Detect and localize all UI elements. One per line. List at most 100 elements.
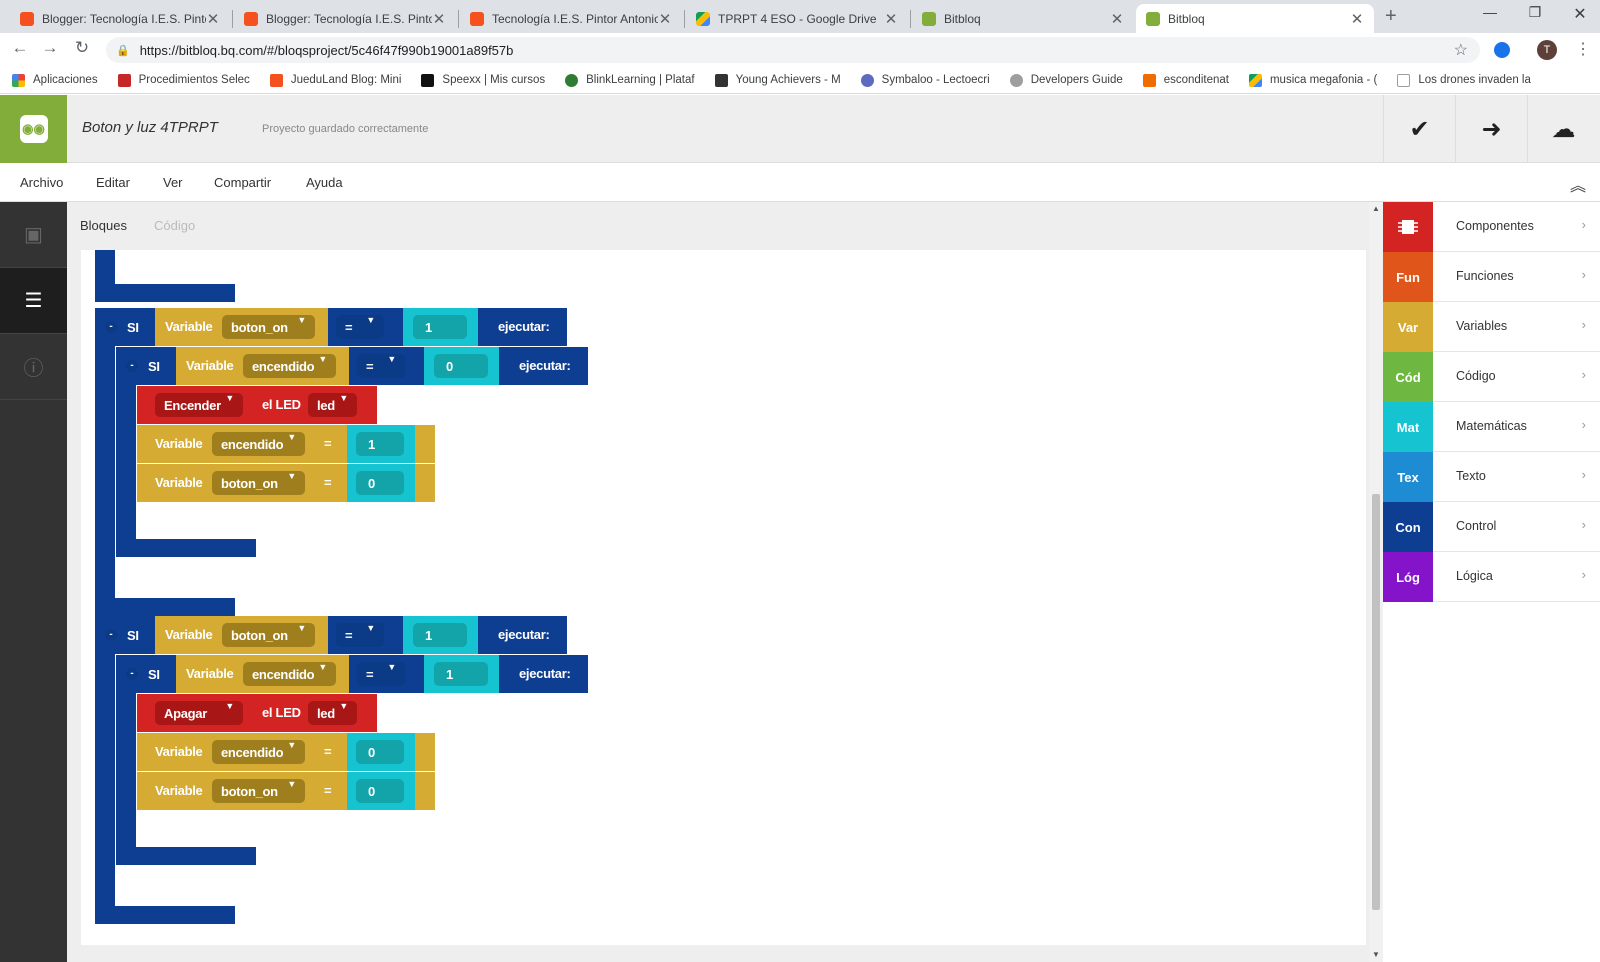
led-action-dropdown[interactable]: Apagar ▼ xyxy=(155,701,243,725)
variable-label: Variable xyxy=(155,744,203,759)
bookmark-favicon-icon xyxy=(117,73,131,87)
browser-tab[interactable]: Bitbloq ✕ xyxy=(912,4,1134,33)
category-componentes[interactable]: Componentes › xyxy=(1383,202,1600,252)
close-tab-icon[interactable]: ✕ xyxy=(206,10,220,28)
variable-dropdown[interactable]: boton_on ▼ xyxy=(212,471,305,495)
number-input[interactable]: 1 xyxy=(413,623,467,647)
category-codigo[interactable]: Cód Código › xyxy=(1383,352,1600,402)
close-tab-icon[interactable]: ✕ xyxy=(1110,10,1124,28)
number-input[interactable]: 0 xyxy=(434,354,488,378)
bookmark-item[interactable]: esconditenat xyxy=(1142,73,1229,87)
bookmark-item[interactable]: Los drones invaden la xyxy=(1397,73,1531,87)
operator-dropdown[interactable]: = ▼ xyxy=(336,623,384,647)
bookmark-item[interactable]: Symbaloo - Lectoecri xyxy=(860,73,990,87)
address-bar[interactable]: 🔒 https://bitbloq.bq.com/#/bloqsproject/… xyxy=(106,37,1480,63)
bookmark-apps[interactable]: Aplicaciones xyxy=(12,73,98,87)
browser-tab[interactable]: Tecnología I.E.S. Pintor Antonio L ✕ xyxy=(460,4,682,33)
browser-tab[interactable]: Blogger: Tecnología I.E.S. Pintor A ✕ xyxy=(10,4,230,33)
bookmark-star-icon[interactable]: ☆ xyxy=(1454,40,1468,60)
close-tab-icon[interactable]: ✕ xyxy=(884,10,898,28)
avatar[interactable]: T xyxy=(1537,40,1557,60)
variable-dropdown[interactable]: encendido ▼ xyxy=(243,662,336,686)
bookmark-item[interactable]: JueduLand Blog: Mini xyxy=(269,73,401,87)
variable-dropdown[interactable]: encendido ▼ xyxy=(212,432,305,456)
operator-dropdown[interactable]: = ▼ xyxy=(357,662,405,686)
new-tab-button[interactable]: + xyxy=(1385,5,1397,28)
category-control[interactable]: Con Control › xyxy=(1383,502,1600,552)
number-input[interactable]: 1 xyxy=(413,315,467,339)
number-input[interactable]: 1 xyxy=(356,432,404,456)
project-name[interactable]: Boton y luz 4TPRPT xyxy=(82,119,218,136)
bitbloq-logo[interactable]: ◉◉ xyxy=(0,95,67,163)
category-logica[interactable]: Lóg Lógica › xyxy=(1383,552,1600,602)
menu-ver[interactable]: Ver xyxy=(163,175,183,190)
scrollbar-thumb[interactable] xyxy=(1372,494,1380,910)
number-input[interactable]: 1 xyxy=(434,662,488,686)
bookmark-item[interactable]: musica megafonia - ( xyxy=(1248,73,1377,87)
number-input[interactable]: 0 xyxy=(356,740,404,764)
scroll-up-icon[interactable]: ▲ xyxy=(1372,204,1380,213)
collapse-block-icon[interactable]: - xyxy=(126,360,138,372)
collapse-block-icon[interactable]: - xyxy=(105,321,117,333)
browser-menu-icon[interactable]: ⋮ xyxy=(1575,39,1591,59)
variable-dropdown[interactable]: boton_on ▼ xyxy=(222,623,315,647)
tab-bloques[interactable]: Bloques xyxy=(80,218,127,233)
browser-tab-active[interactable]: Bitbloq ✕ xyxy=(1136,4,1374,33)
menu-archivo[interactable]: Archivo xyxy=(20,175,63,190)
bookmark-item[interactable]: Speexx | Mis cursos xyxy=(421,73,545,87)
led-name-dropdown[interactable]: led ▼ xyxy=(308,701,357,725)
hardware-tab[interactable]: ▣ xyxy=(0,202,67,268)
browser-tab[interactable]: TPRPT 4 ESO - Google Drive ✕ xyxy=(686,4,908,33)
operator-dropdown[interactable]: = ▼ xyxy=(357,354,405,378)
collapse-toolbar-icon[interactable]: ︽ xyxy=(1570,172,1586,196)
bookmark-item[interactable]: Developers Guide xyxy=(1009,73,1123,87)
forward-icon[interactable]: → xyxy=(38,38,62,58)
category-variables[interactable]: Var Variables › xyxy=(1383,302,1600,352)
cloud-button[interactable]: ☁ xyxy=(1527,95,1599,163)
tab-codigo[interactable]: Código xyxy=(154,218,195,233)
number-input[interactable]: 0 xyxy=(356,471,404,495)
variable-dropdown[interactable]: encendido ▼ xyxy=(243,354,336,378)
blogger-icon xyxy=(470,11,484,26)
bookmark-item[interactable]: Young Achievers - M xyxy=(714,73,841,87)
category-texto[interactable]: Tex Texto › xyxy=(1383,452,1600,502)
info-tab[interactable]: ⓘ xyxy=(0,334,67,400)
tab-title: Blogger: Tecnología I.E.S. Pintor A xyxy=(266,11,432,26)
close-tab-icon[interactable]: ✕ xyxy=(1350,10,1364,28)
bookmark-item[interactable]: Procedimientos Selec xyxy=(117,73,250,87)
extension-icon[interactable] xyxy=(1494,42,1510,58)
assign-label: = xyxy=(324,744,332,759)
collapse-block-icon[interactable]: - xyxy=(105,629,117,641)
menu-editar[interactable]: Editar xyxy=(96,175,130,190)
reload-icon[interactable]: ↻ xyxy=(70,38,94,58)
category-funciones[interactable]: Fun Funciones › xyxy=(1383,252,1600,302)
bookmark-item[interactable]: BlinkLearning | Plataf xyxy=(565,73,695,87)
variable-label: Variable xyxy=(155,475,203,490)
upload-button[interactable]: ➜ xyxy=(1455,95,1527,163)
number-input[interactable]: 0 xyxy=(356,779,404,803)
category-matematicas[interactable]: Mat Matemáticas › xyxy=(1383,402,1600,452)
close-tab-icon[interactable]: ✕ xyxy=(432,10,446,28)
menu-compartir[interactable]: Compartir xyxy=(214,175,271,190)
restore-icon[interactable]: ❐ xyxy=(1515,4,1555,21)
software-tab[interactable]: ☰ xyxy=(0,268,67,334)
verify-button[interactable]: ✔ xyxy=(1383,95,1455,163)
blocks-canvas[interactable]: - SI Variable boton_on ▼ = ▼ 1 ejecutar: -… xyxy=(81,250,1366,945)
close-tab-icon[interactable]: ✕ xyxy=(658,10,672,28)
blogger-icon xyxy=(244,11,258,26)
close-window-icon[interactable]: ✕ xyxy=(1560,4,1600,24)
scroll-down-icon[interactable]: ▼ xyxy=(1372,950,1380,959)
back-icon[interactable]: ← xyxy=(8,38,32,58)
collapse-block-icon[interactable]: - xyxy=(126,668,138,680)
check-icon: ✔ xyxy=(1409,115,1430,143)
operator-dropdown[interactable]: = ▼ xyxy=(336,315,384,339)
minimize-icon[interactable]: — xyxy=(1470,4,1510,20)
browser-tab[interactable]: Blogger: Tecnología I.E.S. Pintor A ✕ xyxy=(234,4,456,33)
led-name-dropdown[interactable]: led ▼ xyxy=(308,393,357,417)
variable-dropdown[interactable]: boton_on ▼ xyxy=(222,315,315,339)
vertical-scrollbar[interactable]: ▲ ▼ xyxy=(1369,202,1383,962)
menu-ayuda[interactable]: Ayuda xyxy=(306,175,343,190)
variable-dropdown[interactable]: encendido ▼ xyxy=(212,740,305,764)
variable-dropdown[interactable]: boton_on ▼ xyxy=(212,779,305,803)
led-action-dropdown[interactable]: Encender ▼ xyxy=(155,393,243,417)
